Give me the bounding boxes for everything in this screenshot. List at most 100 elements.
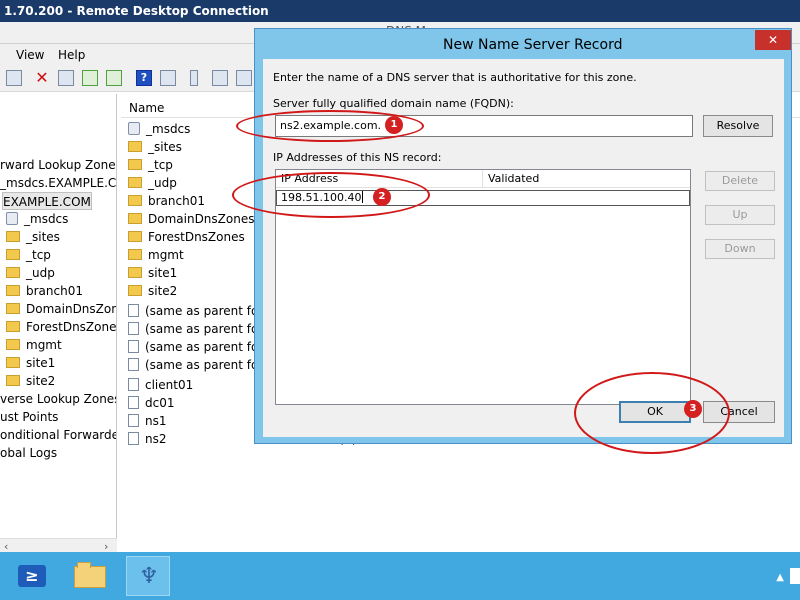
list-item[interactable]: _udp — [128, 174, 177, 192]
tree-item[interactable]: mgmt — [6, 336, 62, 354]
ip-list-label: IP Addresses of this NS record: — [273, 151, 442, 164]
show-hide-icon[interactable] — [160, 70, 176, 86]
resolve-button[interactable]: Resolve — [703, 115, 773, 137]
record-icon — [128, 304, 139, 317]
new-name-server-dialog: New Name Server Record ✕ Enter the name … — [254, 28, 792, 444]
help-icon[interactable]: ? — [136, 70, 152, 86]
folder-icon — [128, 213, 142, 224]
tree-item[interactable]: verse Lookup Zones — [0, 390, 116, 408]
folder-icon — [6, 357, 20, 368]
tree-item-selected[interactable]: EXAMPLE.COM — [2, 192, 92, 210]
list-item[interactable]: branch01 — [128, 192, 205, 210]
server-icon[interactable] — [190, 70, 198, 86]
refresh-icon[interactable] — [82, 70, 98, 86]
menu-view[interactable]: View — [16, 48, 44, 62]
instruction-text: Enter the name of a DNS server that is a… — [273, 71, 637, 84]
tree-item[interactable]: _tcp — [6, 246, 51, 264]
tree-pane: rward Lookup Zones _msdcs.EXAMPLE.CC EXA… — [0, 94, 117, 540]
folder-icon — [6, 321, 20, 332]
folder-icon — [6, 231, 20, 242]
folder-icon — [6, 375, 20, 386]
tree-item[interactable]: onditional Forwarders — [0, 426, 116, 444]
list-item[interactable]: _msdcs — [128, 120, 190, 138]
tree-item[interactable]: rward Lookup Zones — [0, 156, 116, 174]
folder-icon — [6, 285, 20, 296]
tree-item[interactable]: ForestDnsZones — [6, 318, 116, 336]
down-button[interactable]: Down — [705, 239, 775, 259]
step-badge-3: 3 — [684, 400, 702, 418]
folder-icon — [6, 249, 20, 260]
rdp-title: 1.70.200 - Remote Desktop Connection — [4, 4, 269, 18]
folder-icon — [128, 159, 142, 170]
record-icon — [128, 414, 139, 427]
tree-item[interactable]: _udp — [6, 264, 55, 282]
list-item[interactable]: DomainDnsZones — [128, 210, 254, 228]
dns-folder-icon — [128, 122, 140, 135]
taskbar-dns-manager[interactable]: ♆ — [126, 556, 170, 596]
list-item[interactable]: site2 — [128, 282, 177, 300]
export-list-icon[interactable] — [106, 70, 122, 86]
tree-item[interactable]: _msdcs.EXAMPLE.CC — [0, 174, 116, 192]
list-item[interactable]: ForestDnsZones — [128, 228, 245, 246]
fqdn-label: Server fully qualified domain name (FQDN… — [273, 97, 514, 110]
taskbar-file-explorer[interactable] — [68, 556, 112, 596]
list-item[interactable]: ns2 — [128, 430, 167, 448]
filter-icon[interactable] — [236, 70, 252, 86]
file-explorer-icon — [74, 562, 106, 588]
tree-item[interactable]: ust Points — [0, 408, 58, 426]
step-badge-2: 2 — [373, 188, 391, 206]
delete-icon[interactable]: ✕ — [34, 70, 50, 86]
dialog-title: New Name Server Record — [443, 37, 623, 53]
delete-button[interactable]: Delete — [705, 171, 775, 191]
record-icon — [128, 432, 139, 445]
tree-item[interactable]: _sites — [6, 228, 60, 246]
rdp-titlebar: 1.70.200 - Remote Desktop Connection — [0, 0, 800, 22]
list-item[interactable]: _tcp — [128, 156, 173, 174]
folder-icon — [6, 339, 20, 350]
record-icon — [128, 358, 139, 371]
record-icon — [128, 340, 139, 353]
up-button[interactable]: Up — [705, 205, 775, 225]
export-icon[interactable] — [58, 70, 74, 86]
record-icon — [128, 322, 139, 335]
tree-item[interactable]: site1 — [6, 354, 55, 372]
folder-icon — [128, 267, 142, 278]
list-item[interactable]: client01 — [128, 376, 193, 394]
taskbar-powershell[interactable]: ≥ — [10, 556, 54, 596]
tree-item[interactable]: obal Logs — [0, 444, 57, 462]
dns-manager-icon: ♆ — [139, 564, 159, 589]
dialog-titlebar: New Name Server Record ✕ — [255, 29, 791, 59]
menu-help[interactable]: Help — [58, 48, 85, 62]
tray-edge — [790, 568, 800, 584]
record-icon — [128, 378, 139, 391]
list-item[interactable]: dc01 — [128, 394, 174, 412]
tree-item[interactable]: DomainDnsZones — [6, 300, 116, 318]
list-item[interactable]: ns1 — [128, 412, 167, 430]
callout-ring-ok — [574, 372, 730, 454]
folder-icon — [128, 285, 142, 296]
list-item[interactable]: _sites — [128, 138, 182, 156]
tree-item[interactable]: site2 — [6, 372, 55, 390]
list-item[interactable]: site1 — [128, 264, 177, 282]
properties-icon[interactable] — [6, 70, 22, 86]
record-icon — [128, 396, 139, 409]
step-badge-1: 1 — [385, 116, 403, 134]
folder-icon — [128, 177, 142, 188]
folder-icon — [6, 267, 20, 278]
folder-icon — [128, 195, 142, 206]
folder-icon — [128, 249, 142, 260]
list-icon[interactable] — [212, 70, 228, 86]
folder-icon — [6, 303, 20, 314]
tree-item[interactable]: _msdcs — [6, 210, 68, 228]
powershell-icon: ≥ — [18, 565, 46, 587]
taskbar: ≥ ♆ ▲ — [0, 552, 800, 600]
tray-overflow-icon[interactable]: ▲ — [776, 572, 784, 583]
folder-icon — [128, 141, 142, 152]
callout-ring-ip — [232, 172, 430, 218]
close-button[interactable]: ✕ — [755, 30, 791, 50]
tree-item[interactable]: branch01 — [6, 282, 83, 300]
dns-folder-icon — [6, 212, 18, 225]
column-validated[interactable]: Validated — [483, 170, 690, 188]
list-item[interactable]: mgmt — [128, 246, 184, 264]
folder-icon — [128, 231, 142, 242]
